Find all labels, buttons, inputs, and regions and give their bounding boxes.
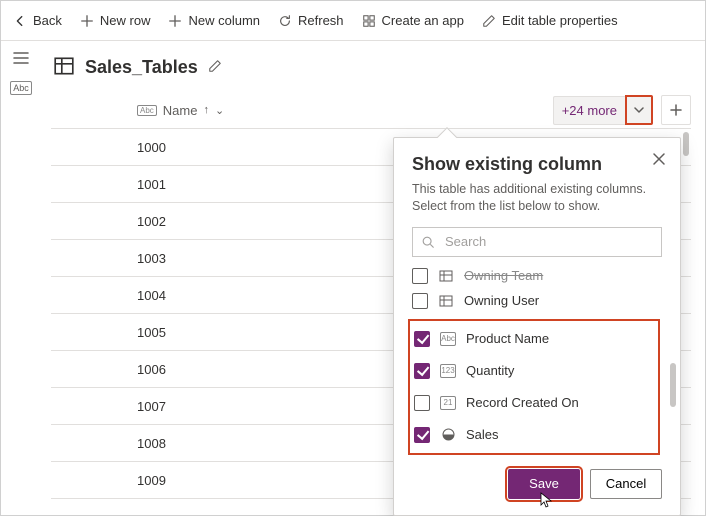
panel-list-scrollbar[interactable] bbox=[670, 363, 676, 407]
sort-asc-icon: ↑ bbox=[203, 104, 209, 116]
cell-name: 1003 bbox=[129, 251, 395, 266]
hamburger-icon bbox=[13, 51, 29, 65]
list-item[interactable]: Abc Product Name bbox=[414, 323, 654, 355]
refresh-label: Refresh bbox=[298, 13, 344, 28]
cell-name: 1009 bbox=[129, 473, 395, 488]
checkbox[interactable] bbox=[412, 293, 428, 309]
date-type-icon: 21 bbox=[440, 396, 456, 410]
column-header-row: Abc Name ↑ ⌄ +24 more bbox=[51, 92, 691, 128]
table-title-bar: Sales_Tables bbox=[51, 51, 691, 92]
plus-icon bbox=[670, 104, 682, 116]
list-item[interactable]: Sales bbox=[414, 419, 654, 451]
plus-icon bbox=[80, 14, 94, 28]
list-item-label: Record Created On bbox=[466, 395, 579, 410]
list-item[interactable]: 123 Quantity bbox=[414, 355, 654, 387]
new-row-label: New row bbox=[100, 13, 151, 28]
save-button[interactable]: Save bbox=[508, 469, 580, 499]
more-columns-group: +24 more bbox=[553, 95, 653, 125]
text-type-icon: Abc bbox=[137, 105, 157, 116]
column-header-name[interactable]: Abc Name ↑ ⌄ bbox=[129, 103, 395, 118]
add-column-button[interactable] bbox=[661, 95, 691, 125]
grid-scrollbar[interactable] bbox=[683, 132, 689, 156]
panel-search-box[interactable] bbox=[412, 227, 662, 257]
rename-table-button[interactable] bbox=[208, 59, 222, 76]
lookup-type-icon bbox=[438, 269, 454, 283]
chevron-down-icon: ⌄ bbox=[215, 104, 224, 117]
rail-menu-button[interactable] bbox=[12, 51, 30, 65]
cell-name: 1002 bbox=[129, 214, 395, 229]
cancel-button[interactable]: Cancel bbox=[590, 469, 662, 499]
cell-name: 1005 bbox=[129, 325, 395, 340]
mouse-cursor-icon bbox=[538, 492, 554, 511]
search-icon bbox=[421, 235, 435, 249]
list-item-label: Quantity bbox=[466, 363, 514, 378]
panel-footer: Save Cancel bbox=[412, 469, 662, 499]
cell-name: 1008 bbox=[129, 436, 395, 451]
rail-data-button[interactable]: Abc bbox=[10, 81, 32, 95]
arrow-left-icon bbox=[13, 14, 27, 28]
pencil-icon bbox=[482, 14, 496, 28]
create-app-label: Create an app bbox=[382, 13, 464, 28]
table-name: Sales_Tables bbox=[85, 57, 198, 78]
cell-name: 1000 bbox=[129, 140, 395, 155]
panel-title: Show existing column bbox=[412, 154, 662, 175]
command-bar: Back New row New column Refresh Create a… bbox=[1, 1, 705, 41]
cell-name: 1007 bbox=[129, 399, 395, 414]
new-column-label: New column bbox=[188, 13, 260, 28]
new-row-button[interactable]: New row bbox=[74, 9, 157, 32]
checkbox[interactable] bbox=[412, 268, 428, 284]
checkbox[interactable] bbox=[414, 427, 430, 443]
table-icon bbox=[53, 55, 75, 80]
list-item-label: Sales bbox=[466, 427, 499, 442]
plus-icon bbox=[168, 14, 182, 28]
checkbox[interactable] bbox=[414, 395, 430, 411]
pencil-icon bbox=[208, 59, 222, 73]
chevron-down-icon bbox=[633, 104, 645, 116]
edit-table-props-button[interactable]: Edit table properties bbox=[476, 9, 624, 32]
back-button[interactable]: Back bbox=[7, 9, 68, 32]
back-label: Back bbox=[33, 13, 62, 28]
more-columns-button[interactable]: +24 more bbox=[553, 96, 625, 125]
refresh-icon bbox=[278, 14, 292, 28]
refresh-button[interactable]: Refresh bbox=[272, 9, 350, 32]
number-type-icon: 123 bbox=[440, 364, 456, 378]
close-icon bbox=[652, 152, 666, 166]
left-rail: Abc bbox=[1, 41, 41, 515]
currency-type-icon bbox=[440, 428, 456, 442]
more-columns-dropdown[interactable] bbox=[625, 95, 653, 125]
checkbox[interactable] bbox=[414, 363, 430, 379]
edit-table-props-label: Edit table properties bbox=[502, 13, 618, 28]
panel-column-list: Owning Team Owning User Abc Product Name… bbox=[412, 267, 662, 455]
create-app-button[interactable]: Create an app bbox=[356, 9, 470, 32]
cell-name: 1004 bbox=[129, 288, 395, 303]
panel-close-button[interactable] bbox=[652, 152, 666, 169]
show-existing-column-panel: Show existing column This table has addi… bbox=[393, 137, 681, 516]
column-header-name-label: Name bbox=[163, 103, 198, 118]
list-item[interactable]: Owning User bbox=[412, 285, 656, 317]
lookup-type-icon bbox=[438, 294, 454, 308]
list-item-label: Product Name bbox=[466, 331, 549, 346]
list-item[interactable]: 21 Record Created On bbox=[414, 387, 654, 419]
checkbox[interactable] bbox=[414, 331, 430, 347]
cell-name: 1001 bbox=[129, 177, 395, 192]
app-grid-icon bbox=[362, 14, 376, 28]
text-type-icon: Abc bbox=[440, 332, 456, 346]
panel-search-input[interactable] bbox=[443, 233, 653, 250]
new-column-button[interactable]: New column bbox=[162, 9, 266, 32]
cell-name: 1006 bbox=[129, 362, 395, 377]
highlight-group: Abc Product Name 123 Quantity 21 Record … bbox=[408, 319, 660, 455]
list-item-label: Owning User bbox=[464, 293, 539, 308]
list-item-label: Owning Team bbox=[464, 268, 543, 283]
list-item[interactable]: Owning Team bbox=[412, 267, 656, 285]
panel-description: This table has additional existing colum… bbox=[412, 181, 662, 215]
